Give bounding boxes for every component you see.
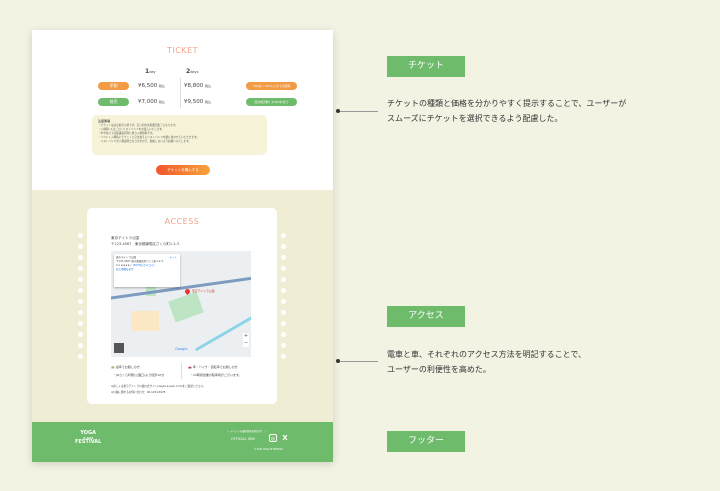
note-item: リストバンドが入場証明となりますので、紛失しないようお願いいたします。 bbox=[98, 140, 192, 143]
tax-label: 税込 bbox=[205, 100, 212, 104]
access-card: ACCESS 東京デイトラ公園 〒123-4567 東京都練馬区さくら町1-2-… bbox=[87, 208, 277, 404]
access-title: ACCESS bbox=[164, 217, 200, 226]
train-title-text: 電車でお越しの方 bbox=[115, 365, 140, 369]
route-link[interactable]: ルート bbox=[169, 256, 177, 260]
advance-2day-price: ¥9,500 税込 bbox=[180, 99, 211, 105]
festival-logo[interactable]: YOGA in 2024 FESTIVAL bbox=[75, 430, 101, 445]
early-period-badge: 3/6(金)~3/31(火)までの期間 bbox=[246, 82, 297, 90]
note-contact: ※公園に関するお問い合わせ：00-1234-5678 bbox=[111, 391, 166, 394]
notes-title: 注意事項 bbox=[98, 119, 111, 123]
car-text: ・24時間営業の駐車場がございます。 bbox=[190, 373, 242, 377]
tax-label: 税込 bbox=[159, 100, 166, 104]
day1-header: 1day bbox=[145, 68, 156, 75]
car-title-text: 車・バイク・自転車でお越しの方 bbox=[192, 365, 238, 369]
day1-unit: day bbox=[149, 70, 156, 74]
early-1day-price: ¥6,500 税込 bbox=[138, 83, 165, 89]
connector-ticket bbox=[336, 109, 378, 113]
advance-1day-price: ¥7,000 税込 bbox=[138, 99, 165, 105]
map-layer-thumbnail[interactable] bbox=[114, 343, 124, 353]
ticket-title: TICKET bbox=[166, 46, 199, 55]
map-zoom-controls[interactable]: + − bbox=[243, 333, 249, 347]
access-section: ACCESS 東京デイトラ公園 〒123-4567 東京都練馬区さくら町1-2-… bbox=[32, 190, 333, 422]
notes-box: 注意事項 ・チケットは完全前売り制です。売り切れ次第販売終了となります。 ・入場… bbox=[92, 115, 267, 155]
footer: YOGA in 2024 FESTIVAL ＼ イベントの最新情報を発信中！ ／ O… bbox=[32, 422, 333, 462]
copyright: © 2024 YOGA IN FESTIVAL bbox=[254, 448, 284, 451]
price-value: ¥6,500 bbox=[138, 83, 158, 89]
google-logo: Google bbox=[175, 347, 188, 351]
x-icon[interactable]: X bbox=[281, 434, 289, 442]
site-mockup: TICKET 1day 2days 早割 ¥6,500 税込 ¥8,800 税込… bbox=[32, 30, 333, 462]
park-name: 東京デイトラ公園 bbox=[111, 236, 139, 240]
zoom-out-button[interactable]: − bbox=[243, 340, 249, 347]
ticket-section: TICKET 1day 2days 早割 ¥6,500 税込 ¥8,800 税込… bbox=[32, 30, 333, 190]
car-title: 🚗 車・バイク・自転車でお越しの方 bbox=[188, 365, 238, 369]
price-value: ¥9,500 bbox=[184, 99, 204, 105]
price-value: ¥7,000 bbox=[138, 99, 158, 105]
zoom-in-button[interactable]: + bbox=[243, 333, 249, 340]
sns-label: OFFICIAL SNS bbox=[231, 437, 255, 441]
sns-caption: ＼ イベントの最新情報を発信中！ ／ bbox=[227, 430, 267, 433]
connector-access bbox=[336, 359, 378, 363]
tax-label: 税込 bbox=[205, 84, 212, 88]
train-text: ・JRさくら町駅(公園口)より徒歩10分 bbox=[113, 373, 165, 377]
day2-unit: days bbox=[190, 70, 199, 74]
buy-ticket-button[interactable]: チケットを購入する bbox=[156, 165, 210, 175]
annotation-label-ticket: チケット bbox=[387, 56, 465, 77]
annotation-label-access: アクセス bbox=[387, 306, 465, 327]
tax-label: 税込 bbox=[159, 84, 166, 88]
park-address: 〒123-4567 東京都練馬区さくら町1-2-3 bbox=[111, 242, 180, 246]
divider bbox=[181, 363, 182, 379]
dot-decoration-right bbox=[281, 233, 286, 365]
annotation-text-ticket: チケットの種類と価格を分かりやすく提示することで、ユーザーが スムーズにチケットを… bbox=[387, 99, 627, 123]
day2-header: 2days bbox=[186, 68, 198, 75]
advance-label: 前売 bbox=[98, 98, 129, 106]
train-title: 🚃 電車でお越しの方 bbox=[111, 365, 140, 369]
early-2day-price: ¥8,800 税込 bbox=[180, 83, 211, 89]
map-info-box: 東京デイトラ公園 〒123-4567 東京都練馬区さくら町1-2-3 4.1 ★… bbox=[114, 254, 180, 287]
advance-period-badge: 完全前売制！4/30(木)まで bbox=[246, 98, 297, 106]
instagram-icon[interactable]: ◎ bbox=[269, 434, 277, 442]
map-reviews-link[interactable]: (567件のクチコミ) bbox=[133, 264, 155, 267]
early-label: 早割 bbox=[98, 82, 129, 90]
dot-decoration-left bbox=[78, 233, 83, 365]
price-value: ¥8,800 bbox=[184, 83, 204, 89]
map-rating: 4.1 ★★★★☆ bbox=[116, 264, 132, 267]
larger-map-link[interactable]: 拡大地図を表示 bbox=[116, 268, 178, 272]
annotation-label-footer: フッター bbox=[387, 431, 465, 452]
note-website: ※詳しくは東京デイトラ公園公式サイト(daytora-park.com)をご確認… bbox=[111, 385, 206, 388]
google-map[interactable]: 東京デイトラ公園 〒123-4567 東京都練馬区さくら町1-2-3 4.1 ★… bbox=[111, 251, 251, 357]
annotation-text-access: 電車と車、それぞれのアクセス方法を明記することで、 ユーザーの利便性を高めた。 bbox=[387, 350, 587, 374]
pin-label: 東京デイトラ公園 bbox=[192, 289, 215, 293]
